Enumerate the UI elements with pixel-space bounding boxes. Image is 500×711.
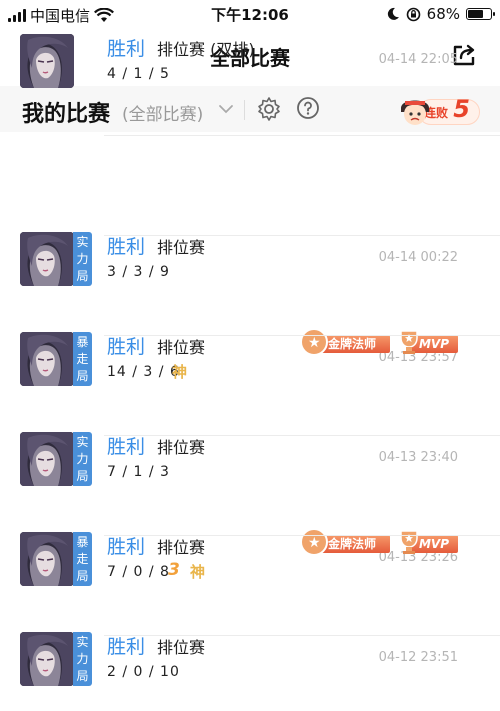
row-divider <box>104 635 500 636</box>
battery-percent: 68% <box>426 5 460 23</box>
match-time: 04-14 22:05 <box>378 52 458 67</box>
match-row[interactable]: 胜利 排位赛 (双排) 4 / 1 / 5 04-14 22:05 <box>0 34 500 136</box>
status-right: 68% <box>386 5 495 23</box>
match-row[interactable]: 实力局 胜利 排位赛 3 / 3 / 9 04-14 00:22 <box>0 136 500 286</box>
match-mode: 排位赛 <box>157 638 206 657</box>
moon-icon <box>387 7 399 20</box>
battery-icon <box>466 8 495 20</box>
match-row[interactable]: 暴走局 胜利 排位赛 14 / 3 / 6 04-13 23:57 神 金牌法师 ★ MV… <box>0 236 500 386</box>
match-row[interactable]: 实力局 胜利 排位赛 7 / 1 / 3 04-13 23:40 <box>0 336 500 486</box>
match-result: 胜利 <box>107 38 146 60</box>
status-bar: 中国电信 下午12:06 68% <box>0 0 500 28</box>
match-time: 04-12 23:51 <box>378 650 458 665</box>
rotation-lock-icon <box>406 7 420 21</box>
match-tag: 实力局 <box>73 632 92 686</box>
match-row[interactable]: 实力局 胜利 排位赛 2 / 0 / 10 04-12 23:51 <box>0 536 500 686</box>
match-kda: 4 / 1 / 5 <box>107 66 170 82</box>
hero-avatar <box>20 632 74 686</box>
match-kda: 2 / 0 / 10 <box>107 664 180 680</box>
match-result: 胜利 <box>107 636 146 658</box>
match-row[interactable]: 暴走局 胜利 排位赛 7 / 0 / 8 04-13 23:26 3 神 金牌法师 ★ MV… <box>0 436 500 586</box>
match-mode: 排位赛 (双排) <box>157 40 255 59</box>
hero-avatar <box>20 34 74 88</box>
